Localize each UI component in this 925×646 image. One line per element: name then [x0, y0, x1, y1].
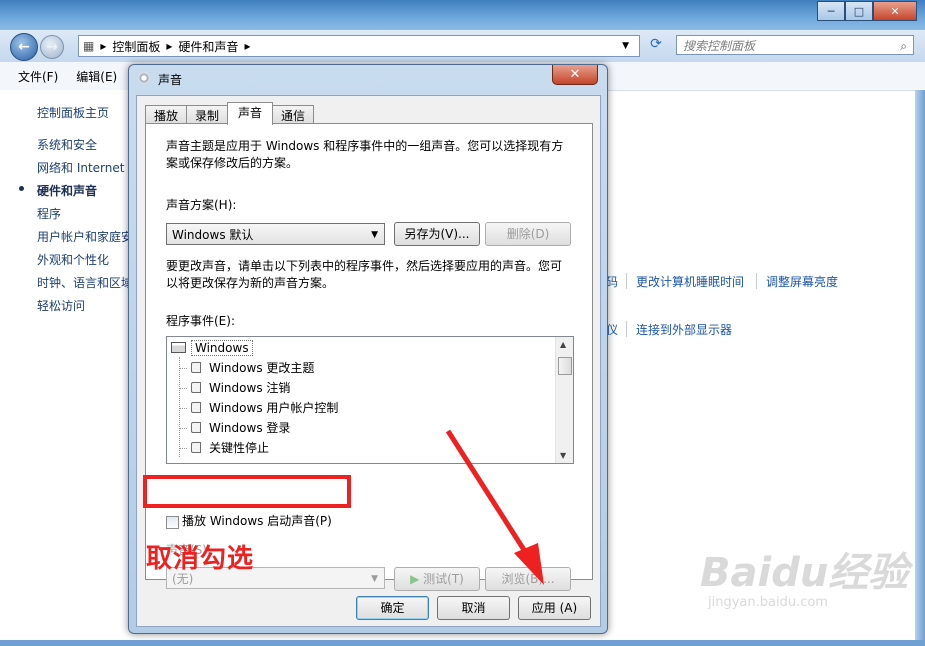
- scroll-down-icon[interactable]: ▼: [560, 451, 566, 460]
- list-item[interactable]: Windows 注销: [191, 378, 290, 398]
- selected-bullet-icon: [19, 186, 24, 191]
- scheme-label: 声音方案(H):: [166, 198, 237, 212]
- apply-button[interactable]: 应用 (A): [518, 596, 591, 620]
- nav-item-hardware-sound[interactable]: 硬件和声音: [37, 182, 97, 199]
- ok-button[interactable]: 确定: [356, 596, 429, 620]
- speaker-icon: [191, 402, 201, 413]
- startup-sound-label[interactable]: 播放 Windows 启动声音(P): [182, 513, 332, 530]
- refresh-icon[interactable]: ⟳: [644, 36, 668, 56]
- event-label: Windows 用户帐户控制: [209, 401, 339, 415]
- delete-button[interactable]: 删除(D): [485, 222, 571, 246]
- list-item[interactable]: Windows 登录: [191, 418, 290, 438]
- tab-recording[interactable]: 录制: [186, 105, 229, 125]
- speaker-icon: [191, 442, 201, 453]
- address-box[interactable]: ▦ ▸ 控制面板 ▸ 硬件和声音 ▸ ▼: [78, 35, 640, 57]
- nav-item-user-accounts[interactable]: 用户帐户和家庭安: [37, 228, 133, 245]
- nav-item-programs[interactable]: 程序: [37, 205, 61, 222]
- minimize-button[interactable]: ─: [817, 1, 845, 21]
- scheme-description: 声音主题是应用于 Windows 和程序事件中的一组声音。您可以选择现有方案或保…: [166, 139, 564, 170]
- tree-branch: [179, 368, 187, 369]
- sound-scheme-value: Windows 默认: [172, 228, 254, 242]
- scroll-up-icon[interactable]: ▲: [560, 340, 566, 349]
- tab-communications[interactable]: 通信: [272, 105, 315, 125]
- highlight-box: [143, 475, 351, 508]
- nav-item-network[interactable]: 网络和 Internet: [37, 159, 124, 176]
- cancel-button[interactable]: 取消: [437, 596, 510, 620]
- control-panel-icon: ▦: [83, 39, 95, 53]
- speaker-icon: [191, 382, 201, 393]
- breadcrumb-item[interactable]: 硬件和声音: [178, 38, 238, 55]
- watermark-url: jingyan.baidu.com: [708, 595, 828, 610]
- link-external-display[interactable]: 连接到外部显示器: [636, 321, 732, 338]
- link-brightness[interactable]: 调整屏幕亮度: [766, 273, 838, 290]
- list-item[interactable]: 关键性停止: [191, 438, 269, 458]
- tree-line: [179, 357, 180, 457]
- chevron-down-icon: ▼: [371, 574, 378, 584]
- save-as-button[interactable]: 另存为(V)...: [394, 222, 480, 246]
- speaker-icon: [191, 362, 201, 373]
- search-icon[interactable]: ⌕: [900, 36, 907, 56]
- play-icon: ▶: [410, 572, 424, 586]
- breadcrumb-separator-icon: ▸: [100, 39, 107, 53]
- link-change-sleep[interactable]: 更改计算机睡眠时间: [636, 273, 744, 290]
- tab-sounds[interactable]: 声音: [227, 102, 274, 125]
- event-label: Windows 更改主题: [209, 361, 315, 375]
- link-separator: [756, 273, 757, 289]
- baidu-logo-watermark: Baidu经验: [700, 550, 909, 596]
- breadcrumb-separator-icon: ▸: [244, 39, 251, 53]
- list-item[interactable]: Windows 更改主题: [191, 358, 314, 378]
- left-nav: 控制面板主页 系统和安全 网络和 Internet 硬件和声音 程序 用户帐户和…: [0, 90, 133, 646]
- list-item[interactable]: Windows 用户帐户控制: [191, 398, 338, 418]
- tree-branch: [179, 388, 187, 389]
- dropdown-arrow-icon[interactable]: ▼: [622, 41, 629, 51]
- search-placeholder: 搜索控制面板: [683, 39, 756, 53]
- event-label: 关键性停止: [209, 441, 270, 455]
- nav-item-security[interactable]: 系统和安全: [37, 136, 97, 153]
- events-label: 程序事件(E):: [166, 314, 235, 328]
- search-input[interactable]: 搜索控制面板 ⌕: [676, 35, 914, 55]
- maximize-button[interactable]: □: [845, 1, 873, 21]
- nav-item-appearance[interactable]: 外观和个性化: [37, 251, 109, 268]
- speaker-icon: [137, 71, 151, 85]
- tree-branch: [179, 428, 187, 429]
- annotation-text: 取消勾选: [146, 544, 255, 574]
- nav-item-ease-of-access[interactable]: 轻松访问: [37, 297, 85, 314]
- explorer-titlebar: ─ □ ✕: [0, 0, 925, 30]
- tab-playback[interactable]: 播放: [145, 105, 188, 125]
- menu-file[interactable]: 文件(F): [18, 68, 58, 85]
- window-controls: ─ □ ✕: [817, 1, 917, 21]
- event-label: Windows 注销: [209, 381, 291, 395]
- link-separator: [626, 321, 627, 337]
- dialog-title: 声音: [158, 73, 183, 87]
- event-label: Windows 登录: [209, 421, 291, 435]
- back-button[interactable]: ←: [10, 33, 38, 61]
- tab-strip: 播放 录制 声音 通信: [145, 102, 315, 125]
- window-border: [915, 90, 925, 646]
- link-separator: [626, 273, 627, 289]
- breadcrumb-separator-icon: ▸: [166, 39, 173, 53]
- events-root-label: Windows: [191, 340, 253, 356]
- close-button[interactable]: ✕: [873, 1, 917, 21]
- window-border: [0, 640, 925, 646]
- speaker-icon: [191, 422, 201, 433]
- nav-item-clock-region[interactable]: 时钟、语言和区域: [37, 274, 133, 291]
- nav-item-home[interactable]: 控制面板主页: [37, 104, 109, 121]
- list-item-root[interactable]: Windows: [171, 338, 253, 358]
- chevron-down-icon: ▼: [371, 230, 378, 240]
- breadcrumb-item[interactable]: 控制面板: [112, 38, 160, 55]
- window-icon: [171, 342, 186, 353]
- tree-branch: [179, 448, 187, 449]
- scroll-thumb[interactable]: [558, 357, 572, 375]
- menu-edit[interactable]: 编辑(E): [76, 68, 117, 85]
- annotation-arrow-icon: [445, 429, 544, 585]
- forward-button[interactable]: →: [40, 35, 64, 59]
- sound-scheme-select[interactable]: Windows 默认 ▼: [166, 223, 385, 245]
- change-hint: 要更改声音，请单击以下列表中的程序事件，然后选择要应用的声音。您可以将更改保存为…: [166, 259, 563, 290]
- startup-sound-checkbox[interactable]: [166, 516, 179, 529]
- address-bar-row: ← → ▦ ▸ 控制面板 ▸ 硬件和声音 ▸ ▼ ⟳ 搜索控制面板 ⌕: [0, 30, 925, 62]
- dialog-close-button[interactable]: ✕: [552, 65, 598, 85]
- tree-branch: [179, 408, 187, 409]
